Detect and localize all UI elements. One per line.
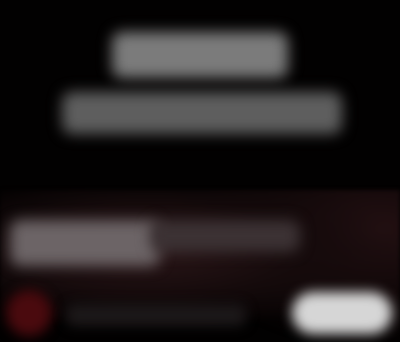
channel-name[interactable] (66, 304, 246, 326)
action-button[interactable] (292, 292, 392, 334)
avatar[interactable] (6, 290, 52, 336)
body-text (10, 220, 160, 266)
body-text-continuation (150, 220, 300, 252)
headline-text (112, 32, 288, 78)
subheadline-text (62, 92, 342, 134)
blurred-screen (0, 0, 400, 342)
